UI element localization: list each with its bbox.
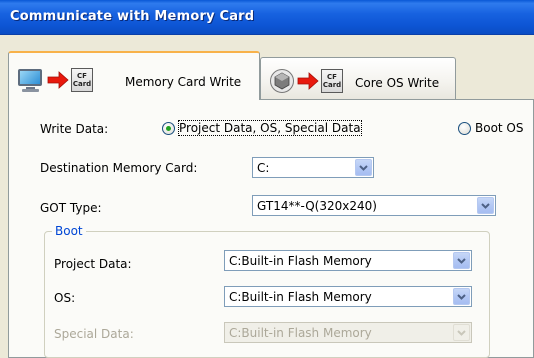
radio-project-data-os-special[interactable]: Project Data, OS, Special Data bbox=[162, 120, 362, 136]
got-type-value: GT14**-Q(320x240) bbox=[257, 199, 377, 213]
radio-boot-os-label: Boot OS bbox=[475, 121, 524, 135]
destination-memory-card-select[interactable]: C: bbox=[252, 157, 374, 178]
window-title: Communicate with Memory Card bbox=[10, 9, 255, 24]
cf-card-icon: CF Card bbox=[321, 69, 343, 93]
radio-indicator bbox=[458, 121, 471, 135]
special-data-value: C:Built-in Flash Memory bbox=[229, 326, 372, 340]
tab-core-os-write-icons: CF Card bbox=[269, 68, 343, 94]
chevron-down-icon[interactable] bbox=[477, 197, 494, 214]
tab-strip: CF Card Memory Card Write CF Card Core OS … bbox=[8, 51, 534, 100]
project-data-label: Project Data: bbox=[54, 257, 132, 271]
got-type-select[interactable]: GT14**-Q(320x240) bbox=[252, 195, 496, 216]
tab-memory-card-write[interactable]: CF Card Memory Card Write bbox=[8, 51, 260, 100]
core-chip-icon bbox=[270, 69, 294, 93]
title-bar[interactable]: Communicate with Memory Card bbox=[0, 0, 534, 35]
chevron-down-icon bbox=[453, 324, 470, 341]
right-arrow-icon bbox=[297, 72, 319, 90]
tab-memory-card-write-icons: CF Card bbox=[17, 67, 93, 93]
got-type-label: GOT Type: bbox=[40, 201, 102, 215]
right-arrow-icon bbox=[47, 71, 69, 89]
special-data-label: Special Data: bbox=[54, 327, 134, 341]
radio-boot-os[interactable]: Boot OS bbox=[458, 121, 524, 135]
destination-memory-card-value: C: bbox=[257, 161, 270, 175]
radio-project-data-os-special-label: Project Data, OS, Special Data bbox=[178, 120, 362, 136]
chevron-down-icon[interactable] bbox=[355, 159, 372, 176]
os-select[interactable]: C:Built-in Flash Memory bbox=[224, 286, 472, 307]
tab-core-os-write-label: Core OS Write bbox=[355, 76, 440, 90]
special-data-select: C:Built-in Flash Memory bbox=[224, 322, 472, 343]
radio-selected-indicator bbox=[162, 121, 175, 135]
destination-memory-card-label: Destination Memory Card: bbox=[40, 161, 198, 175]
write-data-label: Write Data: bbox=[40, 122, 109, 136]
cf-card-icon: CF Card bbox=[71, 68, 93, 92]
project-data-select[interactable]: C:Built-in Flash Memory bbox=[224, 250, 472, 271]
tab-core-os-write[interactable]: CF Card Core OS Write bbox=[260, 57, 456, 99]
os-label: OS: bbox=[54, 291, 76, 305]
chevron-down-icon[interactable] bbox=[453, 288, 470, 305]
chevron-down-icon[interactable] bbox=[453, 252, 470, 269]
tab-memory-card-write-label: Memory Card Write bbox=[125, 75, 242, 89]
monitor-icon bbox=[17, 68, 45, 92]
boot-group-label: Boot bbox=[52, 224, 86, 238]
os-value: C:Built-in Flash Memory bbox=[229, 290, 372, 304]
project-data-value: C:Built-in Flash Memory bbox=[229, 254, 372, 268]
